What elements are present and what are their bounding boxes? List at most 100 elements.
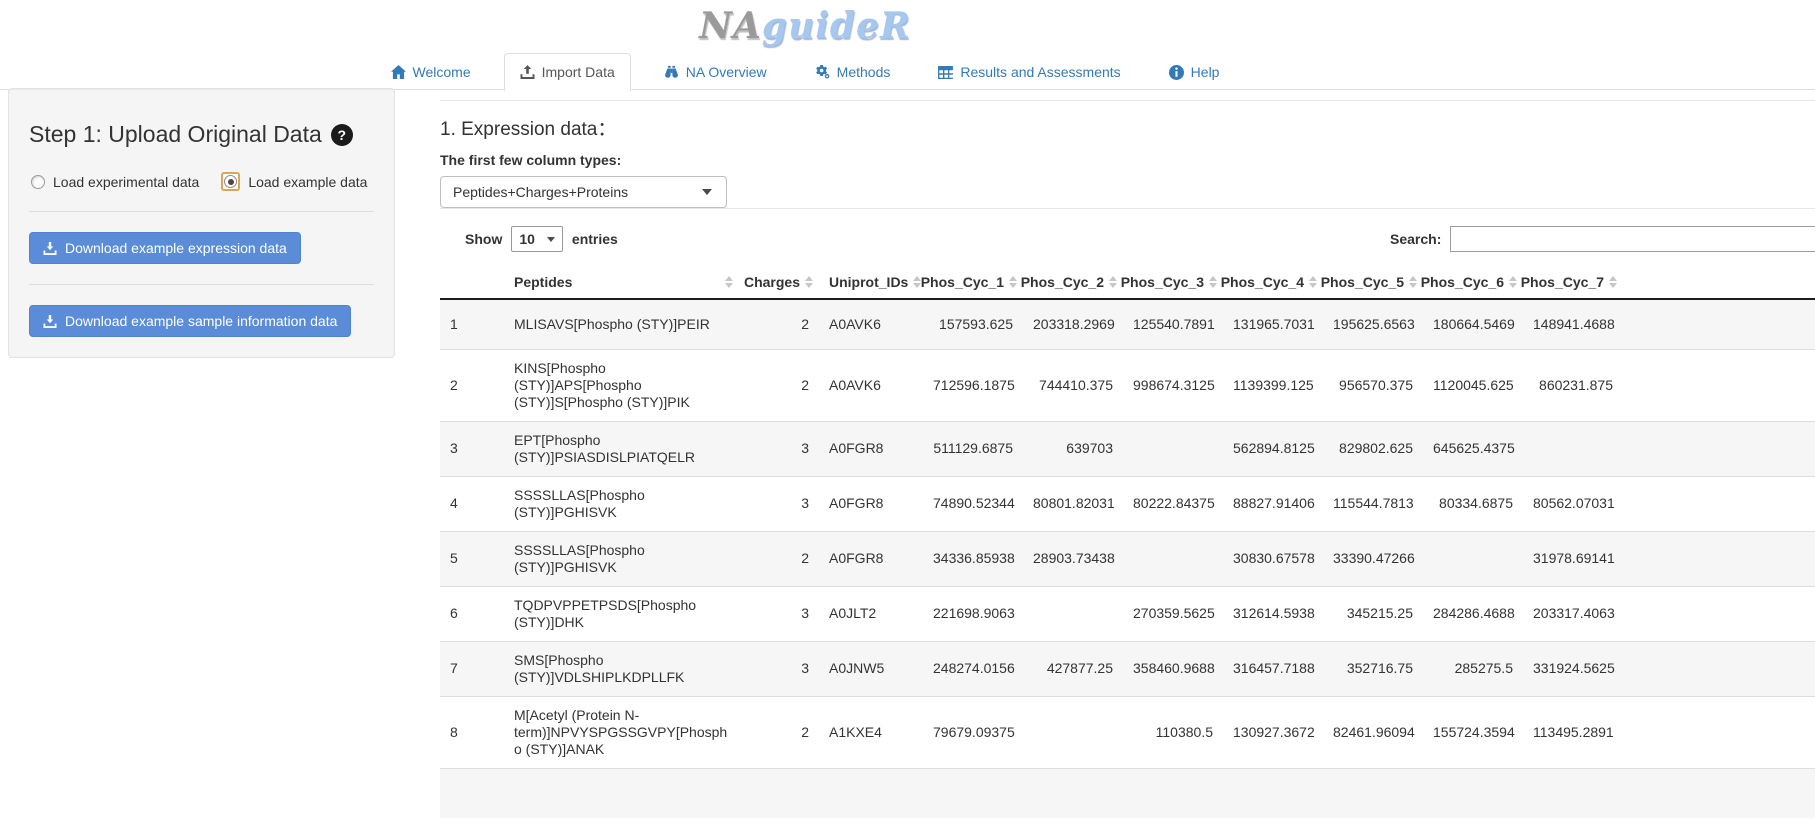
value-cell: 312614.5938 — [1223, 586, 1323, 641]
page-length-select[interactable]: 10 — [511, 226, 563, 252]
value-cell: 148941.4688 — [1523, 299, 1623, 349]
value-cell: 74890.52344 — [923, 476, 1023, 531]
chevron-down-icon — [547, 237, 555, 242]
column-header-label: Phos_Cyc_6 — [1421, 274, 1504, 290]
divider — [29, 211, 374, 212]
tab-na-overview[interactable]: NA Overview — [649, 54, 782, 90]
value-cell: 195625.6563 — [1323, 299, 1423, 349]
download-example-sample-information-data-button[interactable]: Download example sample information data — [29, 305, 351, 337]
value-cell — [1423, 531, 1523, 586]
value-cell — [1123, 531, 1223, 586]
column-types-select[interactable]: Peptides+Charges+Proteins — [440, 176, 727, 208]
download-example-expression-data-button[interactable]: Download example expression data — [29, 232, 301, 264]
charge-cell: 2 — [739, 696, 819, 768]
table-row[interactable]: 1MLISAVS[Phospho (STY)]PEIR2A0AVK6157593… — [440, 299, 1815, 349]
uniprot-cell: A0JNW5 — [819, 641, 923, 696]
value-cell: 125540.7891 — [1123, 299, 1223, 349]
value-cell: 110380.5 — [1123, 696, 1223, 768]
column-header-label: Peptides — [514, 274, 572, 290]
tab-results-and-assessments[interactable]: Results and Assessments — [923, 54, 1135, 90]
value-cell — [1523, 421, 1623, 476]
value-cell: 28903.73438 — [1023, 531, 1123, 586]
nav-tab-bar: Welcome Import Data NA Overview Methods Resu… — [0, 48, 1815, 90]
column-header-peptides[interactable]: Peptides — [504, 266, 739, 299]
uniprot-cell: A1KXE4 — [819, 696, 923, 768]
value-cell: 82461.96094 — [1323, 696, 1423, 768]
column-header-charges[interactable]: Charges — [739, 266, 819, 299]
tab-methods[interactable]: Methods — [800, 54, 906, 90]
column-header-spacer — [1623, 266, 1815, 299]
download-buttons: Download example expression data Download… — [29, 232, 374, 337]
table-row[interactable]: 3EPT[Phospho (STY)]PSIASDISLPIATQELR3A0F… — [440, 421, 1815, 476]
spacer-cell — [1623, 531, 1815, 586]
column-header-phos-cyc-6[interactable]: Phos_Cyc_6 — [1423, 266, 1523, 299]
table-row[interactable]: 8M[Acetyl (Protein N-term)]NPVYSPGSSGVPY… — [440, 696, 1815, 768]
charge-cell: 2 — [739, 299, 819, 349]
tab-label: Methods — [837, 64, 891, 80]
search-label: Search: — [1390, 231, 1441, 247]
sort-icon — [1009, 276, 1017, 288]
table-row[interactable]: 7SMS[Phospho (STY)]VDLSHIPLKDPLLFK3A0JNW… — [440, 641, 1815, 696]
uniprot-cell: A0FGR8 — [819, 421, 923, 476]
column-header-uniprot-ids[interactable]: Uniprot_IDs — [819, 266, 923, 299]
charge-cell: 2 — [739, 349, 819, 421]
value-cell: 1120045.625 — [1423, 349, 1523, 421]
value-cell: 427877.25 — [1023, 641, 1123, 696]
home-icon — [391, 65, 406, 79]
column-header-phos-cyc-2[interactable]: Phos_Cyc_2 — [1023, 266, 1123, 299]
tab-help[interactable]: Help — [1154, 54, 1235, 90]
value-cell: 1139399.125 — [1223, 349, 1323, 421]
column-header-phos-cyc-5[interactable]: Phos_Cyc_5 — [1323, 266, 1423, 299]
value-cell: 115544.7813 — [1323, 476, 1423, 531]
value-cell: 30830.67578 — [1223, 531, 1323, 586]
sort-icon — [725, 276, 733, 288]
uniprot-cell: A0FGR8 — [819, 476, 923, 531]
upload-icon — [520, 65, 535, 79]
table-row[interactable]: 5SSSSLLAS[Phospho (STY)]PGHISVK2A0FGR834… — [440, 531, 1815, 586]
search-input[interactable] — [1450, 226, 1815, 252]
tab-import-data[interactable]: Import Data — [504, 53, 631, 91]
peptide-cell: EPT[Phospho (STY)]PSIASDISLPIATQELR — [504, 421, 739, 476]
question-icon[interactable]: ? — [331, 124, 353, 146]
value-cell: 712596.1875 — [923, 349, 1023, 421]
row-index-cell: 4 — [440, 476, 504, 531]
table-icon — [938, 66, 953, 79]
table-row[interactable]: 6TQDPVPPETPSDS[Phospho (STY)]DHK3A0JLT22… — [440, 586, 1815, 641]
radio-load-experimental-data[interactable]: Load experimental data — [31, 174, 199, 190]
button-label: Download example expression data — [65, 240, 287, 256]
value-cell: 829802.625 — [1323, 421, 1423, 476]
column-header-phos-cyc-1[interactable]: Phos_Cyc_1 — [923, 266, 1023, 299]
gears-icon — [815, 65, 830, 79]
column-header-phos-cyc-4[interactable]: Phos_Cyc_4 — [1223, 266, 1323, 299]
info-icon — [1169, 65, 1184, 80]
radio-selected-icon — [221, 172, 240, 191]
tab-label: Help — [1191, 64, 1220, 80]
table-row[interactable]: 2KINS[Phospho (STY)]APS[Phospho (STY)]S[… — [440, 349, 1815, 421]
tab-welcome[interactable]: Welcome — [376, 54, 486, 90]
value-cell: 130927.3672 — [1223, 696, 1323, 768]
uniprot-cell: A0AVK6 — [819, 349, 923, 421]
tab-label: Welcome — [413, 64, 471, 80]
column-header-index[interactable] — [440, 266, 504, 299]
spacer-cell — [1623, 696, 1815, 768]
radio-load-example-data[interactable]: Load example data — [221, 172, 367, 191]
column-header-phos-cyc-3[interactable]: Phos_Cyc_3 — [1123, 266, 1223, 299]
value-cell: 88827.91406 — [1223, 476, 1323, 531]
peptide-cell: M[Acetyl (Protein N-term)]NPVYSPGSSGVPY[… — [504, 696, 739, 768]
sort-icon — [1209, 276, 1217, 288]
column-header-label: Phos_Cyc_4 — [1221, 274, 1304, 290]
column-header-phos-cyc-7[interactable]: Phos_Cyc_7 — [1523, 266, 1623, 299]
charge-cell: 3 — [739, 476, 819, 531]
entries-label: entries — [572, 231, 618, 247]
download-icon — [43, 315, 57, 328]
table-row[interactable]: 4SSSSLLAS[Phospho (STY)]PGHISVK3A0FGR874… — [440, 476, 1815, 531]
peptide-cell: MLISAVS[Phospho (STY)]PEIR — [504, 299, 739, 349]
tab-label: Results and Assessments — [960, 64, 1120, 80]
section-title: 1. Expression data： — [440, 114, 1815, 141]
column-header-label: Phos_Cyc_5 — [1321, 274, 1404, 290]
row-index-cell: 6 — [440, 586, 504, 641]
spacer-cell — [1623, 641, 1815, 696]
datatable-controls: Show 10 entries Search: — [440, 226, 1815, 256]
value-cell: 180664.5469 — [1423, 299, 1523, 349]
value-cell: 331924.5625 — [1523, 641, 1623, 696]
